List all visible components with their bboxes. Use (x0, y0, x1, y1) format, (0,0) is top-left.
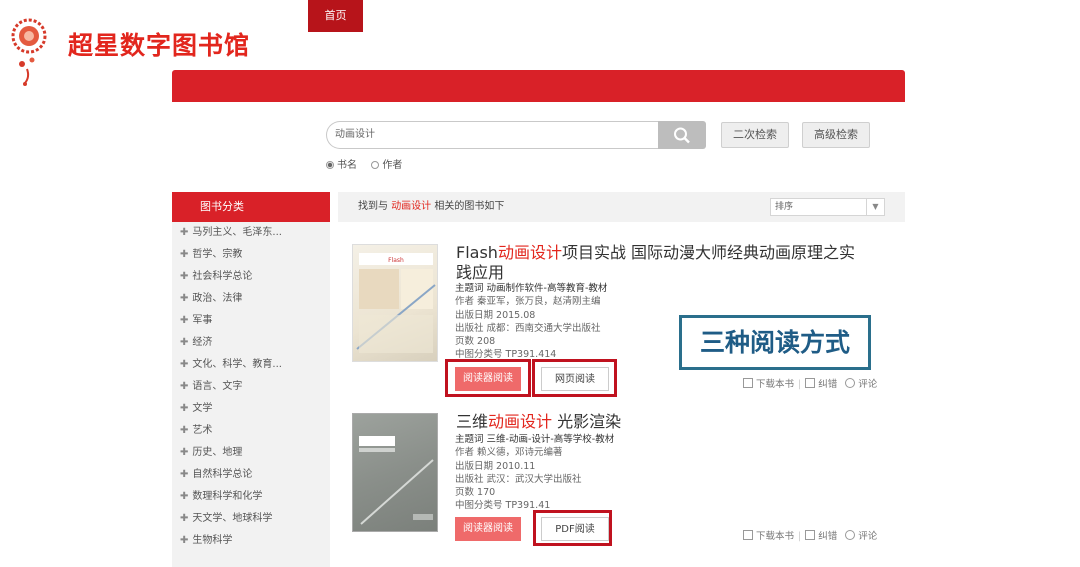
category-item[interactable]: ✚ 天文学、地球科学 (180, 508, 272, 530)
nav-home[interactable]: 首页 (308, 0, 363, 32)
highlight-box (532, 359, 617, 397)
category-item[interactable]: ✚ 文化、科学、教育... (180, 354, 282, 376)
search-icon (674, 127, 690, 144)
category-item[interactable]: ✚ 哲学、宗教 (180, 244, 242, 266)
category-item[interactable]: ✚ 历史、地理 (180, 442, 242, 464)
plus-icon: ✚ (180, 249, 189, 260)
category-item[interactable]: ✚ 自然科学总论 (180, 464, 252, 486)
book-date: 出版日期 2010.11 (455, 460, 536, 472)
book-cover-art: Flash (356, 253, 436, 353)
highlight-box (445, 359, 531, 397)
radio-title-label: 书名 (337, 160, 357, 171)
reader-read-button[interactable]: 阅读器阅读 (455, 517, 521, 541)
book-title-2[interactable]: 三维动画设计 光影渲染 (456, 412, 621, 432)
radio-title[interactable] (326, 161, 334, 169)
comment-icon (845, 530, 856, 540)
book-meta-2: 主题词 三维-动画-设计-高等学校-教材 作者 赖义德，邓诗元编著 出版日期 2… (455, 433, 614, 513)
plus-icon: ✚ (180, 469, 189, 480)
download-icon (743, 378, 753, 388)
book-cover-1[interactable]: Flash (352, 244, 438, 362)
comment-button[interactable]: 评论 (845, 530, 877, 542)
download-button[interactable]: 下载本书 (743, 530, 794, 542)
top-nav (172, 70, 905, 102)
book-pages: 页数 208 (455, 336, 496, 348)
plus-icon: ✚ (180, 271, 189, 282)
library-title: 超星数字图书馆 (68, 31, 251, 60)
correct-button[interactable]: 纠错 (805, 530, 837, 542)
plus-icon: ✚ (180, 359, 189, 370)
edit-icon (805, 530, 816, 540)
category-item[interactable]: ✚ 经济 (180, 332, 212, 354)
radio-author[interactable] (371, 161, 380, 169)
plus-icon: ✚ (180, 315, 189, 326)
download-icon (743, 530, 753, 540)
book-publisher: 出版社 武汉：武汉大学出版社 (455, 473, 582, 485)
nav-help[interactable]: 使用帮助 (458, 0, 524, 32)
flower-logo-icon (11, 18, 47, 86)
secondary-search-button[interactable]: 二次检索 (721, 122, 789, 148)
correct-button[interactable]: 纠错 (805, 378, 837, 390)
book-cover-2[interactable] (352, 413, 438, 532)
edit-icon (805, 378, 816, 388)
plus-icon: ✚ (180, 227, 189, 238)
plus-icon: ✚ (180, 293, 189, 304)
book-cover-art (359, 436, 434, 525)
plus-icon: ✚ (180, 535, 189, 546)
category-item[interactable]: ✚ 军事 (180, 310, 212, 332)
category-item[interactable]: ✚ 数理科学和化学 (180, 486, 262, 508)
book-author: 作者 赖义德，邓诗元编著 (455, 447, 563, 459)
category-item[interactable]: ✚ 艺术 (180, 420, 212, 442)
download-button[interactable]: 下载本书 (743, 378, 794, 390)
book-title-1[interactable]: Flash动画设计项目实战 国际动漫大师经典动画原理之实 践应用 (456, 243, 855, 283)
plus-icon: ✚ (180, 513, 189, 524)
comment-button[interactable]: 评论 (845, 378, 877, 390)
search-field-options: 书名 作者 (326, 156, 402, 171)
chevron-down-icon: ▼ (866, 199, 884, 215)
category-item[interactable]: ✚ 文学 (180, 398, 212, 420)
sort-select[interactable]: 排序 ▼ (770, 198, 885, 216)
highlight-box (533, 510, 612, 546)
book-pages: 页数 170 (455, 487, 496, 499)
book-actions-2: 下载本书 | 纠错 评论 (743, 528, 877, 542)
category-item[interactable]: ✚ 生物科学 (180, 530, 232, 552)
category-item[interactable]: ✚ 语言、文字 (180, 376, 242, 398)
plus-icon: ✚ (180, 403, 189, 414)
category-sidebar: 图书分类 ✚ 马列主义、毛泽东... ✚ 哲学、宗教 ✚ 社会科学总论 ✚ 政治、法律 … (172, 192, 330, 567)
plus-icon: ✚ (180, 491, 189, 502)
search-input[interactable]: 动画设计 (326, 121, 658, 149)
book-author: 作者 秦亚军，张万良，赵清刚主编 (455, 296, 601, 308)
results-keyword: 动画设计 (391, 201, 432, 212)
nav-client-download[interactable]: 客户端下载 (370, 0, 446, 32)
svg-text:Flash: Flash (388, 257, 404, 264)
book-subject: 主题词 动画制作软件-高等教育-教材 (455, 283, 608, 294)
book-meta-1: 主题词 动画制作软件-高等教育-教材 作者 秦亚军，张万良，赵清刚主编 出版日期… (455, 282, 607, 362)
plus-icon: ✚ (180, 447, 189, 458)
advanced-search-button[interactable]: 高级检索 (802, 122, 870, 148)
book-actions-1: 下载本书 | 纠错 评论 (743, 376, 877, 390)
category-item[interactable]: ✚ 政治、法律 (180, 288, 242, 310)
plus-icon: ✚ (180, 425, 189, 436)
book-subject: 主题词 三维-动画-设计-高等学校-教材 (455, 434, 615, 445)
comment-icon (845, 378, 856, 388)
reading-methods-callout: 三种阅读方式 (679, 315, 871, 370)
plus-icon: ✚ (180, 337, 189, 348)
category-heading: 图书分类 (172, 192, 330, 222)
search-button[interactable] (658, 121, 706, 149)
category-item[interactable]: ✚ 社会科学总论 (180, 266, 252, 288)
book-date: 出版日期 2015.08 (455, 309, 536, 321)
category-item[interactable]: ✚ 马列主义、毛泽东... (180, 222, 282, 244)
book-publisher: 出版社 成都：西南交通大学出版社 (455, 322, 601, 334)
plus-icon: ✚ (180, 381, 189, 392)
radio-author-label: 作者 (382, 160, 403, 171)
